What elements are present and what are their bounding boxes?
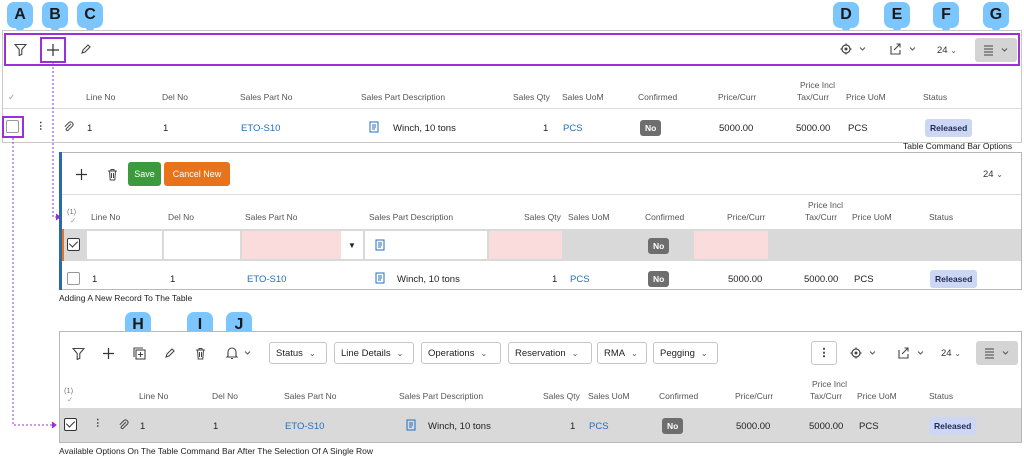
line-details-dropdown[interactable]: Line Details ⌄ — [334, 342, 414, 364]
cell-price-incl: 5000.00 — [809, 421, 844, 432]
status-badge: Released — [929, 417, 977, 435]
col-sales-qty: Sales Qty — [543, 391, 580, 401]
command-divider — [62, 194, 1021, 195]
col-sales-part-no: Sales Part No — [284, 391, 337, 401]
col-line-no: Line No — [139, 391, 169, 401]
col-del-no: Del No — [168, 212, 194, 222]
del-no-input[interactable] — [164, 231, 240, 259]
new-row-indicator — [62, 229, 64, 261]
status-dropdown[interactable]: Status ⌄ — [269, 342, 327, 364]
description-input[interactable] — [365, 231, 487, 259]
duplicate-icon[interactable] — [131, 345, 147, 361]
gear-icon[interactable] — [848, 345, 880, 361]
plus-icon[interactable] — [100, 345, 116, 361]
cell-price: 5000.00 — [728, 274, 763, 285]
edit-mode-indicator — [59, 152, 62, 290]
col-sales-part-description: Sales Part Description — [399, 391, 484, 401]
cell-line-no: 1 — [140, 421, 146, 432]
bell-icon[interactable] — [224, 345, 256, 361]
col-price-incl: Price Incl — [812, 379, 847, 389]
col-sales-uom: Sales UoM — [588, 391, 630, 401]
col-price-curr: Price/Curr — [727, 212, 766, 222]
operations-dropdown[interactable]: Operations ⌄ — [421, 342, 501, 364]
export-icon[interactable] — [896, 345, 928, 361]
sales-qty-input[interactable] — [489, 231, 562, 259]
cell-description: Winch, 10 tons — [428, 421, 491, 432]
col-price-curr: Price/Curr — [735, 391, 774, 401]
layout-button[interactable] — [976, 341, 1018, 365]
col-del-no: Del No — [212, 391, 238, 401]
rma-dropdown[interactable]: RMA ⌄ — [597, 342, 647, 364]
col-tax-curr: Tax/Curr — [805, 212, 838, 222]
trash-icon[interactable] — [105, 166, 119, 182]
col-confirmed: Confirmed — [645, 212, 685, 222]
col-sales-part-no: Sales Part No — [245, 212, 298, 222]
filter-icon[interactable] — [70, 345, 86, 361]
sales-part-dropdown-icon[interactable]: ▼ — [341, 231, 363, 259]
caption-single-row-selection: Available Options On The Table Command B… — [59, 446, 374, 456]
cell-price-incl: 5000.00 — [804, 274, 839, 285]
cell-qty: 1 — [570, 421, 576, 432]
col-price-uom: Price UoM — [857, 391, 897, 401]
row-checkbox[interactable] — [67, 272, 80, 285]
cell-sales-part-no[interactable]: ETO-S10 — [247, 274, 286, 285]
trash-icon[interactable] — [193, 345, 207, 361]
col-line-no: Line No — [91, 212, 121, 222]
cell-del-no: 1 — [170, 274, 176, 285]
selected-count: (1) — [67, 207, 77, 216]
col-confirmed: Confirmed — [659, 391, 699, 401]
col-price-incl: Price Incl — [808, 200, 843, 210]
plus-icon[interactable] — [73, 166, 89, 182]
document-icon[interactable] — [374, 271, 386, 284]
col-sales-uom: Sales UoM — [568, 212, 610, 222]
select-all-check[interactable]: ✓ — [70, 216, 76, 225]
confirmed-badge: No — [662, 418, 684, 434]
cell-price-uom: PCS — [854, 274, 874, 285]
col-status: Status — [929, 212, 954, 222]
page-size-selector[interactable]: 24 ⌄ — [983, 169, 1003, 180]
new-row-confirmed-badge: No — [648, 238, 670, 254]
reservation-dropdown[interactable]: Reservation ⌄ — [508, 342, 592, 364]
confirmed-badge: No — [648, 271, 670, 287]
row-menu-icon[interactable]: ⋮ — [93, 418, 103, 429]
col-sales-part-description: Sales Part Description — [369, 212, 454, 222]
page-size-selector[interactable]: 24 ⌄ — [941, 348, 961, 359]
attachment-icon[interactable] — [117, 419, 129, 431]
cell-price: 5000.00 — [736, 421, 771, 432]
status-badge: Released — [930, 270, 978, 288]
line-no-input[interactable] — [87, 231, 162, 259]
cell-line-no: 1 — [92, 274, 98, 285]
col-price-uom: Price UoM — [852, 212, 892, 222]
cell-uom[interactable]: PCS — [570, 274, 590, 285]
save-button[interactable]: Save — [128, 162, 161, 186]
col-tax-curr: Tax/Curr — [810, 391, 843, 401]
cell-del-no: 1 — [213, 421, 219, 432]
document-icon[interactable] — [405, 418, 417, 431]
row-checkbox[interactable] — [64, 418, 77, 431]
sales-part-no-input[interactable] — [242, 231, 341, 259]
cancel-new-button[interactable]: Cancel New — [164, 162, 230, 186]
price-curr-input[interactable] — [694, 231, 768, 259]
caption-new-record: Adding A New Record To The Table — [59, 293, 193, 303]
col-status: Status — [929, 391, 954, 401]
cell-sales-part-no[interactable]: ETO-S10 — [285, 421, 324, 432]
cell-uom[interactable]: PCS — [589, 421, 609, 432]
more-options-icon[interactable]: ⋮ — [811, 341, 837, 365]
cell-description: Winch, 10 tons — [397, 274, 460, 285]
select-all-check[interactable]: ✓ — [67, 395, 73, 404]
cell-qty: 1 — [552, 274, 558, 285]
cell-price-uom: PCS — [859, 421, 879, 432]
selected-count: (1) — [64, 386, 74, 395]
pencil-icon[interactable] — [162, 345, 178, 361]
new-row-checkbox[interactable] — [67, 238, 80, 251]
pegging-dropdown[interactable]: Pegging ⌄ — [653, 342, 718, 364]
col-sales-qty: Sales Qty — [524, 212, 561, 222]
